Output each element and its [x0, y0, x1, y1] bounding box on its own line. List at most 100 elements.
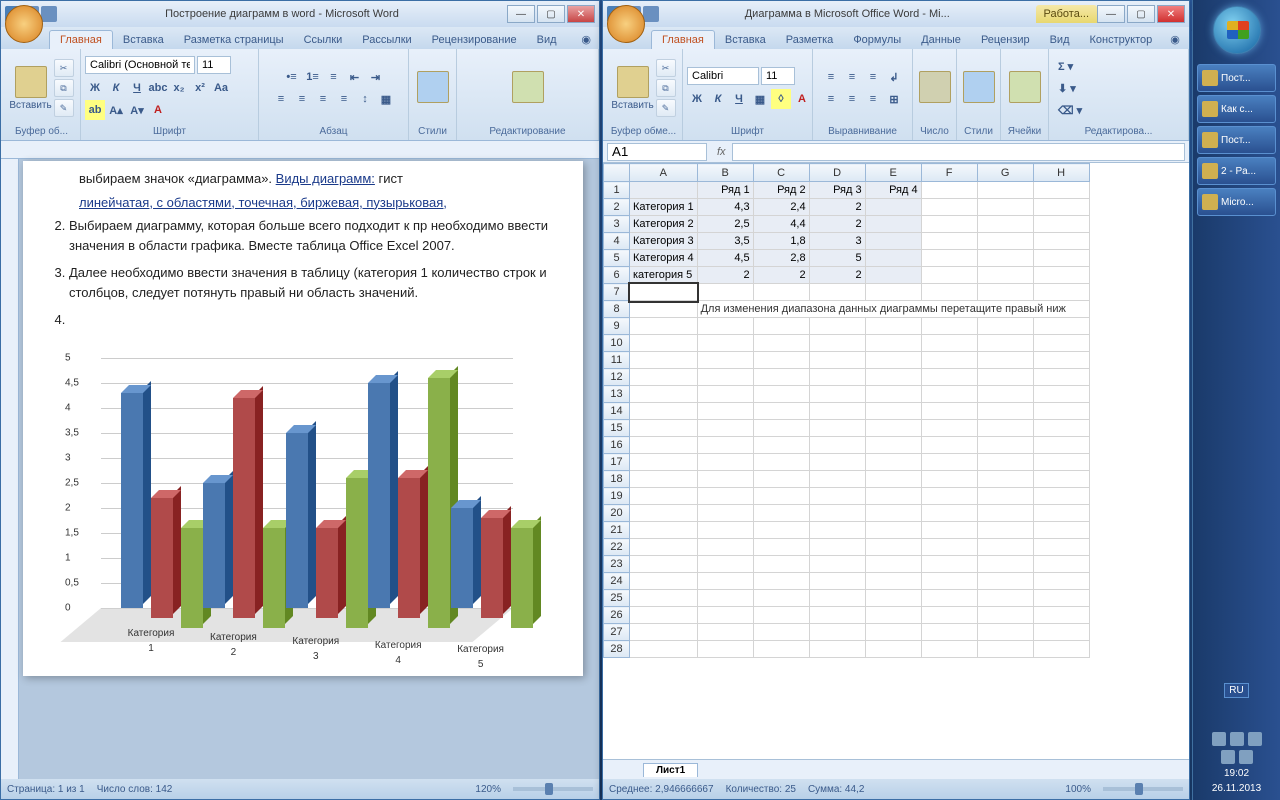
cell[interactable] [865, 335, 921, 352]
cell[interactable]: категория 5 [630, 267, 698, 284]
cell[interactable] [1033, 437, 1089, 454]
taskbar-item[interactable]: Как с... [1197, 95, 1276, 123]
cell[interactable] [921, 352, 977, 369]
taskbar-item[interactable]: Пост... [1197, 126, 1276, 154]
cell[interactable] [809, 573, 865, 590]
cell[interactable] [697, 556, 753, 573]
cell[interactable] [921, 386, 977, 403]
cell[interactable] [809, 607, 865, 624]
cell[interactable] [1033, 624, 1089, 641]
cell[interactable] [630, 454, 698, 471]
cell[interactable] [1033, 369, 1089, 386]
cell[interactable] [753, 420, 809, 437]
cell[interactable] [865, 573, 921, 590]
col-header[interactable]: G [977, 164, 1033, 182]
tab-view[interactable]: Вид [1040, 31, 1080, 49]
cell[interactable]: Категория 1 [630, 199, 698, 216]
align-right[interactable]: ≡ [863, 89, 883, 109]
cell[interactable] [865, 403, 921, 420]
autosum-button[interactable]: Σ ▾ [1053, 56, 1078, 76]
cell[interactable] [1033, 454, 1089, 471]
row-header[interactable]: 28 [604, 641, 630, 658]
cell[interactable] [630, 471, 698, 488]
row-header[interactable]: 4 [604, 233, 630, 250]
cell[interactable] [921, 590, 977, 607]
cell[interactable] [809, 590, 865, 607]
cell[interactable] [921, 539, 977, 556]
paste-button[interactable]: Вставить [10, 55, 52, 121]
tab-layout[interactable]: Разметка страницы [174, 31, 294, 49]
cell[interactable] [977, 250, 1033, 267]
cell[interactable] [1033, 352, 1089, 369]
cell[interactable]: 2 [753, 267, 809, 284]
row-header[interactable]: 8 [604, 301, 630, 318]
number-button[interactable] [917, 55, 952, 121]
cell[interactable] [865, 437, 921, 454]
cell[interactable] [809, 505, 865, 522]
cell[interactable] [753, 403, 809, 420]
align-center-button[interactable]: ≡ [292, 89, 312, 109]
font-shrink-button[interactable]: A▾ [127, 100, 147, 120]
tab-formulas[interactable]: Формулы [843, 31, 911, 49]
start-button[interactable] [1213, 6, 1261, 54]
cell[interactable] [753, 505, 809, 522]
name-box[interactable] [607, 143, 707, 161]
language-indicator[interactable]: RU [1224, 683, 1248, 698]
cell[interactable] [977, 233, 1033, 250]
cell[interactable] [753, 335, 809, 352]
help-icon[interactable]: ◉ [1162, 30, 1188, 49]
embedded-chart[interactable]: 00,511,522,533,544,55 Категория1 [43, 338, 523, 668]
cell[interactable] [977, 505, 1033, 522]
shading-button[interactable]: ▦ [376, 89, 396, 109]
cell[interactable] [753, 624, 809, 641]
sheet-tab-1[interactable]: Лист1 [643, 763, 698, 777]
cell[interactable] [753, 284, 809, 301]
cell[interactable] [977, 284, 1033, 301]
cell[interactable] [809, 488, 865, 505]
cell[interactable] [809, 352, 865, 369]
bold-button[interactable]: Ж [85, 78, 105, 98]
close-button[interactable]: ✕ [567, 5, 595, 23]
cell[interactable]: 2 [809, 216, 865, 233]
fill-button[interactable]: ⬇ ▾ [1053, 78, 1081, 98]
row-header[interactable]: 5 [604, 250, 630, 267]
cell[interactable] [921, 335, 977, 352]
zoom-level[interactable]: 120% [475, 784, 501, 795]
cell[interactable] [1033, 573, 1089, 590]
tab-review[interactable]: Рецензир [971, 31, 1040, 49]
wrap-text[interactable]: ↲ [884, 67, 904, 87]
chart-tools-context[interactable]: Работа... [1036, 5, 1097, 23]
cell[interactable] [630, 488, 698, 505]
font-color-button[interactable]: A [148, 100, 168, 120]
align-mid[interactable]: ≡ [842, 67, 862, 87]
cell[interactable] [697, 624, 753, 641]
row-header[interactable]: 13 [604, 386, 630, 403]
cell[interactable]: 4,3 [697, 199, 753, 216]
cell[interactable] [630, 556, 698, 573]
cell[interactable] [697, 488, 753, 505]
row-header[interactable]: 7 [604, 284, 630, 301]
cell[interactable] [1033, 607, 1089, 624]
cell[interactable] [865, 607, 921, 624]
tab-home[interactable]: Главная [651, 30, 715, 49]
cell[interactable] [1033, 267, 1089, 284]
cell[interactable] [1033, 488, 1089, 505]
col-header[interactable]: H [1033, 164, 1089, 182]
cell[interactable] [1033, 522, 1089, 539]
cell[interactable] [630, 420, 698, 437]
worksheet[interactable]: ABCDEFGH1Ряд 1Ряд 2Ряд 3Ряд 42Категория … [603, 163, 1189, 759]
cell[interactable] [630, 301, 698, 318]
cell[interactable] [753, 352, 809, 369]
cell[interactable] [977, 369, 1033, 386]
cell[interactable] [865, 386, 921, 403]
cell[interactable] [697, 318, 753, 335]
indent-dec-button[interactable]: ⇤ [345, 67, 365, 87]
font-name-combo[interactable] [85, 56, 195, 74]
fill-color-button[interactable]: ◊ [771, 89, 791, 109]
align-center[interactable]: ≡ [842, 89, 862, 109]
cell[interactable] [697, 573, 753, 590]
cell[interactable] [865, 267, 921, 284]
cell[interactable]: 2 [809, 267, 865, 284]
horizontal-ruler[interactable] [1, 141, 599, 159]
cell[interactable] [1033, 284, 1089, 301]
